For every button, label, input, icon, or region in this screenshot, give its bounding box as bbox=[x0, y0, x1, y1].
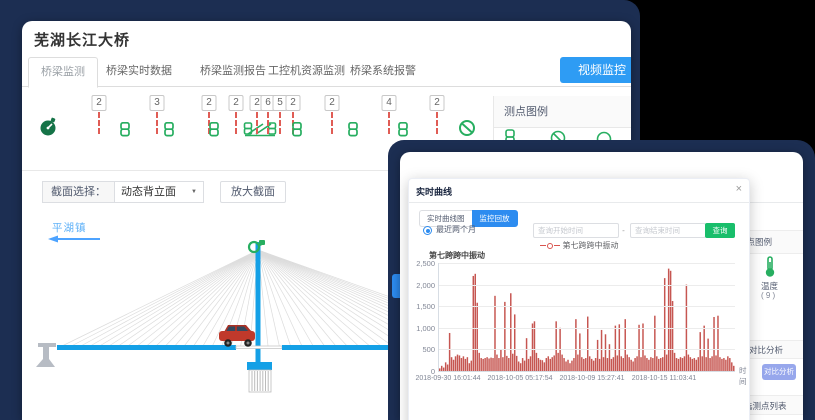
y-tick-label: 2,000 bbox=[395, 281, 435, 290]
section-controls: 截面选择： 动态背立面 ▼ 放大截面 bbox=[42, 181, 286, 203]
gridline bbox=[439, 263, 735, 264]
y-tick-label: 1,500 bbox=[395, 302, 435, 311]
query-end-time-input[interactable]: 查询结束时间 bbox=[630, 223, 706, 238]
ban-icon[interactable] bbox=[458, 119, 476, 142]
car bbox=[219, 325, 255, 347]
sensor-dash-line bbox=[436, 112, 438, 134]
video-monitor-button[interactable]: 视频监控 bbox=[560, 57, 631, 83]
section-select-label: 截面选择： bbox=[42, 181, 114, 203]
compare-analysis-button[interactable]: 对比分析 bbox=[762, 364, 796, 380]
main-tab-1[interactable]: 桥梁监测 bbox=[28, 57, 98, 88]
sensor-dash-line bbox=[331, 112, 333, 134]
query-button[interactable]: 查询 bbox=[705, 223, 735, 238]
x-tick-label: 2018-10-09 15:27:41 bbox=[560, 375, 625, 382]
x-tick-label: 2018-10-15 11:03:41 bbox=[632, 375, 696, 382]
bridge-pier-piles bbox=[249, 370, 271, 392]
chart-bars bbox=[439, 263, 735, 371]
page-title: 芜湖长江大桥 bbox=[34, 29, 130, 50]
sensor-dash-line bbox=[256, 112, 258, 134]
section-select-value: 动态背立面 bbox=[121, 182, 176, 202]
truss-sensor-icon[interactable] bbox=[243, 119, 277, 143]
compare-section-label: 对比分析 bbox=[749, 344, 783, 356]
legend-marker-line2 bbox=[554, 245, 560, 246]
sensor-badge[interactable]: 2 bbox=[202, 95, 217, 111]
y-tick-label: 500 bbox=[395, 345, 435, 354]
realtime-curve-modal: 实时曲线 × 实时曲线图监控回放 最近两个月 查询开始时间 - 查询结束时间 查… bbox=[408, 178, 750, 420]
modal-header: 实时曲线 × bbox=[409, 179, 749, 203]
main-tab-2[interactable]: 桥梁实时数据 bbox=[94, 57, 184, 85]
sensor-dash-line bbox=[235, 112, 237, 134]
chain-sensor-icon[interactable] bbox=[164, 122, 175, 142]
x-axis-name: 时间 bbox=[739, 365, 749, 387]
chart-plot-area bbox=[438, 263, 735, 372]
gauge-sensor-icon[interactable] bbox=[39, 117, 59, 142]
sensor-dash-line bbox=[98, 112, 100, 134]
chain-sensor-icon[interactable] bbox=[348, 122, 359, 142]
x-tick-label: 2018-10-05 05:17:54 bbox=[488, 375, 553, 382]
sensor-badge[interactable]: 2 bbox=[286, 95, 301, 111]
sensor-badge[interactable]: 4 bbox=[382, 95, 397, 111]
gridline bbox=[439, 285, 735, 286]
chevron-down-icon: ▼ bbox=[191, 182, 197, 202]
chart-title: 第七跨跨中振动 bbox=[429, 250, 485, 261]
sensor-badge[interactable]: 2 bbox=[325, 95, 340, 111]
legend-marker-circle bbox=[547, 243, 553, 249]
last-two-months-radio[interactable] bbox=[423, 226, 432, 235]
thermometer-icon bbox=[764, 256, 776, 278]
chain-sensor-icon[interactable] bbox=[120, 122, 131, 142]
sensor-dash-line bbox=[156, 112, 158, 134]
y-tick-label: 2,500 bbox=[395, 259, 435, 268]
x-tick-label: 2018-09-30 16:01:44 bbox=[416, 375, 481, 382]
sensor-dash-line bbox=[388, 112, 390, 134]
bridge-deck-joint bbox=[236, 346, 282, 349]
main-tabbar: 桥梁监测桥梁实时数据桥梁监测报告工控机资源监测桥梁系统报警 bbox=[22, 57, 631, 87]
chain-sensor-icon[interactable] bbox=[209, 122, 220, 142]
sensor-dash-line bbox=[267, 112, 269, 134]
modal-title: 实时曲线 bbox=[416, 185, 452, 198]
section-select-dropdown[interactable]: 动态背立面 ▼ bbox=[114, 181, 204, 203]
bridge-pier-cap bbox=[247, 362, 272, 370]
close-icon[interactable]: × bbox=[736, 183, 742, 195]
bridge-deck-left bbox=[57, 345, 236, 350]
temperature-count: ( 9 ) bbox=[761, 291, 775, 300]
gridline bbox=[439, 328, 735, 329]
filter-row: 最近两个月 查询开始时间 - 查询结束时间 查询 bbox=[409, 223, 749, 239]
sensor-badge[interactable]: 3 bbox=[150, 95, 165, 111]
legend-marker-line bbox=[540, 245, 546, 246]
gridline bbox=[439, 306, 735, 307]
underlying-tab-border bbox=[747, 202, 803, 203]
sensor-badge[interactable]: 2 bbox=[92, 95, 107, 111]
bridge-tower bbox=[256, 242, 261, 372]
query-start-time-input[interactable]: 查询开始时间 bbox=[533, 223, 619, 238]
radio-label: 最近两个月 bbox=[436, 224, 476, 235]
chain-sensor-icon[interactable] bbox=[292, 122, 303, 142]
screen: 芜湖长江大桥 桥梁监测桥梁实时数据桥梁监测报告工控机资源监测桥梁系统报警 视频监… bbox=[0, 0, 815, 420]
gridline bbox=[439, 349, 735, 350]
legend-panel-title: 测点图例 bbox=[494, 96, 631, 128]
sensor-badge[interactable]: 2 bbox=[430, 95, 445, 111]
bridge-abutment bbox=[36, 343, 56, 367]
main-tab-5[interactable]: 桥梁系统报警 bbox=[338, 57, 428, 85]
chain-sensor-icon[interactable] bbox=[398, 122, 409, 142]
sensor-dash-line bbox=[279, 112, 281, 134]
selected-points-list-label: 选测点列表 bbox=[744, 400, 787, 412]
sensor-badge[interactable]: 2 bbox=[229, 95, 244, 111]
input-separator: - bbox=[618, 223, 629, 238]
zoom-section-button[interactable]: 放大截面 bbox=[220, 181, 286, 203]
legend-label: 第七跨跨中振动 bbox=[563, 241, 619, 250]
y-tick-label: 1,000 bbox=[395, 324, 435, 333]
